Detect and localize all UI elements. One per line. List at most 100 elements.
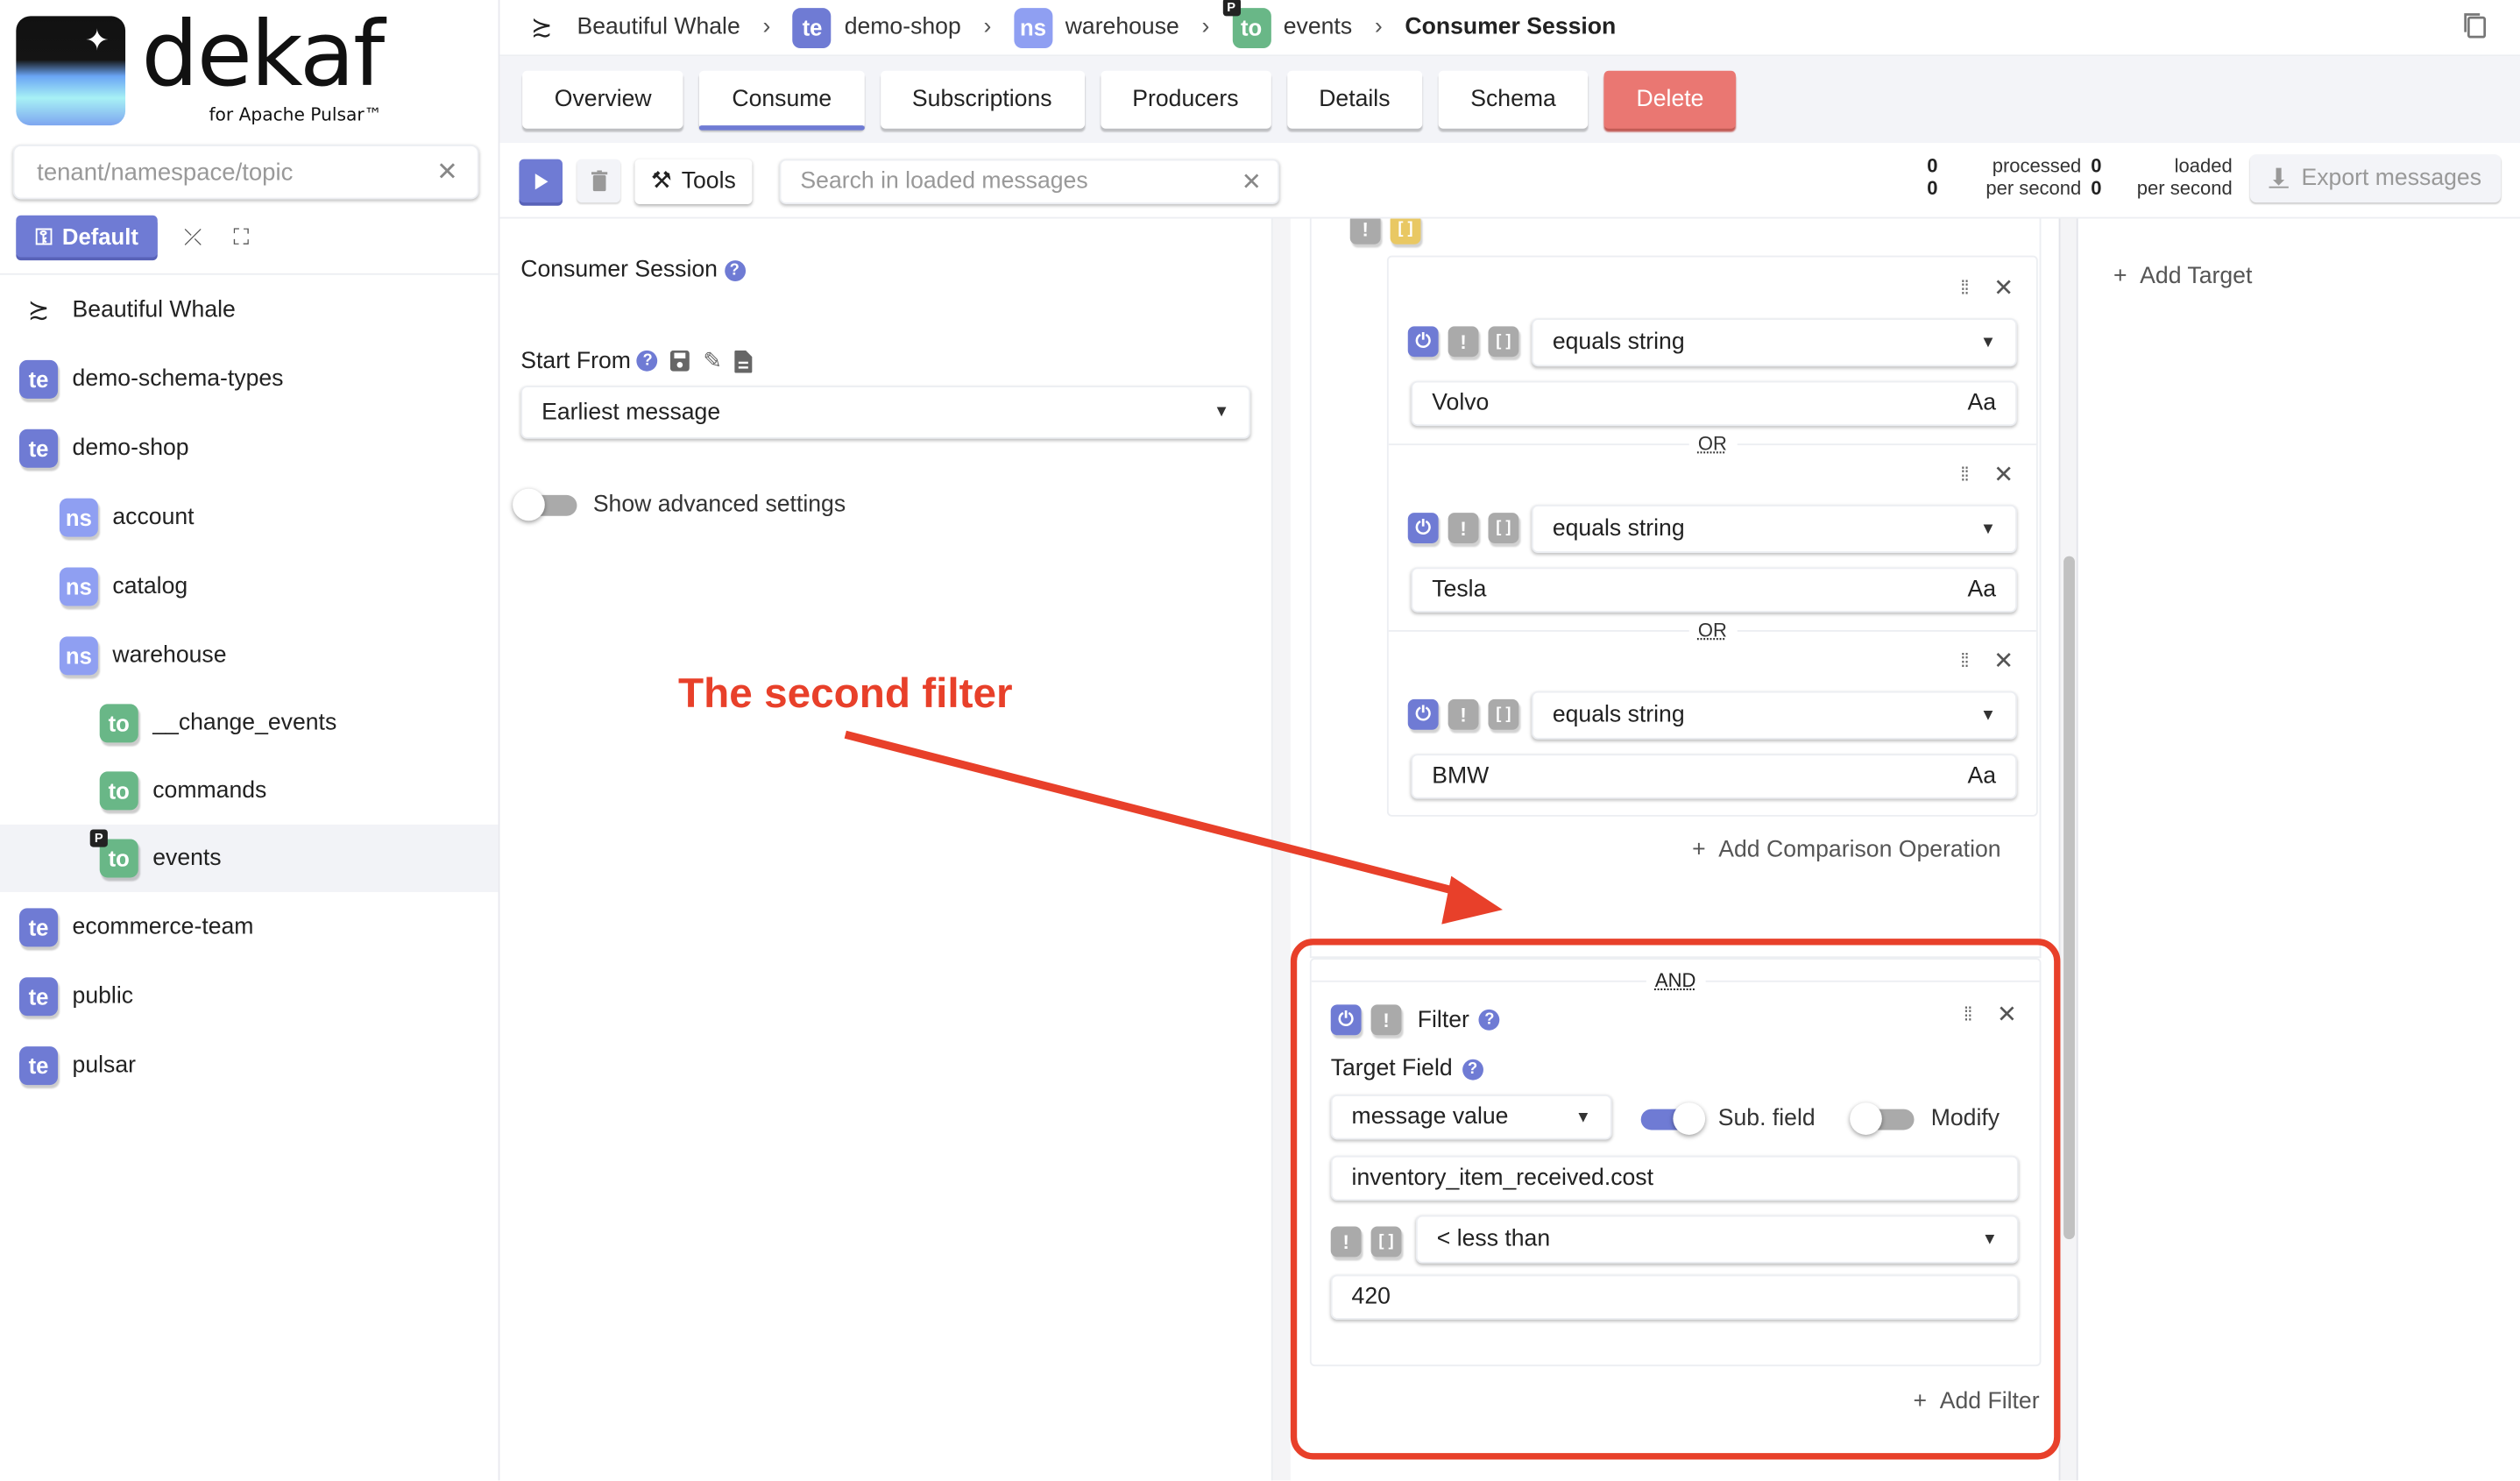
filters-scrollbar[interactable]	[2058, 218, 2078, 1481]
ns-badge-icon: ns	[1014, 7, 1053, 48]
clear-message-search-icon[interactable]: ✕	[1242, 167, 1262, 196]
drag-handle-icon[interactable]: ⁞⁞	[1960, 278, 1969, 297]
tree-item[interactable]: te ecommerce-team	[0, 892, 499, 961]
close-icon[interactable]: ✕	[1993, 273, 2014, 302]
tree-item[interactable]: ≿ Beautiful Whale	[0, 276, 499, 344]
comparison-operator-select[interactable]: equals string ▼	[1531, 691, 2017, 740]
power-toggle-icon[interactable]: ⏻	[1330, 1004, 1362, 1036]
help-icon[interactable]: ?	[637, 350, 659, 372]
collapse-all-icon[interactable]: ⤫	[181, 223, 206, 250]
close-icon[interactable]: ✕	[1997, 1000, 2017, 1029]
drag-handle-icon[interactable]: ⁞⁞	[1960, 651, 1969, 670]
help-icon[interactable]: ?	[724, 259, 746, 281]
breadcrumb-item[interactable]: ns warehouse	[1014, 7, 1179, 48]
negate-toggle-icon[interactable]: !	[1370, 1004, 1402, 1036]
pane-splitter[interactable]	[1271, 218, 1291, 1481]
comparison-value-input[interactable]: BMW Aa	[1411, 754, 2017, 799]
edit-icon[interactable]: ✎	[703, 347, 722, 374]
tree-item[interactable]: ns account	[0, 482, 499, 551]
array-toggle-icon[interactable]: [ ]	[1488, 513, 1519, 543]
tree-item[interactable]: te demo-shop	[0, 413, 499, 482]
default-config-button[interactable]: ⚿ Default	[16, 215, 158, 258]
drag-handle-icon[interactable]: ⁞⁞	[1964, 1004, 1972, 1024]
tree-item[interactable]: te demo-schema-types	[0, 344, 499, 414]
tab-delete[interactable]: Delete	[1603, 70, 1737, 129]
clear-search-icon[interactable]: ✕	[436, 156, 458, 188]
persistent-badge: P	[89, 829, 108, 847]
tree-item[interactable]: to P events	[0, 824, 499, 892]
negate-toggle-icon[interactable]: !	[1448, 698, 1479, 730]
advanced-settings-toggle[interactable]	[513, 487, 577, 521]
breadcrumb-item[interactable]: te demo-shop	[793, 7, 961, 48]
comparison-operator-select[interactable]: equals string ▼	[1531, 504, 2017, 553]
tab-overview[interactable]: Overview	[522, 70, 684, 129]
topic-search-input[interactable]	[33, 156, 437, 188]
message-search-input[interactable]	[796, 167, 1242, 196]
tab-schema[interactable]: Schema	[1438, 70, 1589, 129]
breadcrumb-label: events	[1283, 14, 1353, 40]
match-case-toggle[interactable]: Aa	[1968, 391, 1997, 416]
comparison-operator-value: equals string	[1552, 330, 1685, 356]
power-toggle-icon[interactable]: ⏻	[1407, 698, 1439, 730]
negate-toggle-icon[interactable]: !	[1448, 513, 1479, 543]
loaded-rate: 0	[2091, 176, 2102, 200]
close-icon[interactable]: ✕	[1993, 460, 2014, 488]
tree-item[interactable]: to commands	[0, 757, 499, 825]
array-toggle-icon[interactable]: [ ]	[1370, 1226, 1402, 1258]
subfield-path-input[interactable]: inventory_item_received.cost	[1330, 1155, 2019, 1201]
comparison-operator-select[interactable]: equals string ▼	[1531, 318, 2017, 367]
breadcrumb-item[interactable]: to P events	[1222, 0, 1353, 48]
array-toggle-icon[interactable]: [ ]	[1390, 218, 1421, 244]
comparison-item: ⁞⁞ ✕ ⏻! [ ] equals string ▼ BMW Aa	[1389, 630, 2036, 817]
tree-item[interactable]: te pulsar	[0, 1031, 499, 1100]
breadcrumb-label: Beautiful Whale	[577, 14, 740, 40]
clear-messages-button[interactable]	[577, 159, 621, 203]
scrollbar-thumb[interactable]	[2063, 556, 2075, 1240]
array-toggle-icon[interactable]: [ ]	[1488, 698, 1519, 730]
comparison-value-input[interactable]: Tesla Aa	[1411, 567, 2017, 613]
tree-item[interactable]: to __change_events	[0, 690, 499, 757]
tab-consume[interactable]: Consume	[699, 70, 864, 131]
export-messages-button[interactable]: ⬇ Export messages	[2249, 154, 2502, 203]
modify-label: Modify	[1930, 1105, 2000, 1132]
power-toggle-icon[interactable]: ⏻	[1407, 513, 1439, 543]
array-toggle-icon[interactable]: [ ]	[1488, 326, 1519, 358]
app-logo[interactable]: ✦ dekaf for Apache Pulsar™	[16, 4, 386, 128]
match-case-toggle[interactable]: Aa	[1968, 763, 1997, 789]
help-icon[interactable]: ?	[1478, 1009, 1500, 1031]
tab-producers[interactable]: Producers	[1100, 70, 1271, 129]
negate-toggle-icon[interactable]: !	[1330, 1226, 1362, 1258]
add-comparison-button[interactable]: + Add Comparison Operation	[1692, 838, 2001, 863]
save-icon[interactable]	[670, 350, 690, 372]
power-toggle-icon[interactable]: ⏻	[1407, 326, 1439, 358]
tree-item[interactable]: te public	[0, 961, 499, 1031]
help-icon[interactable]: ?	[1462, 1058, 1483, 1080]
add-filter-button[interactable]: + Add Filter	[1914, 1389, 2040, 1414]
tree-item[interactable]: ns catalog	[0, 551, 499, 620]
copy-icon[interactable]	[2464, 13, 2487, 39]
tab-details[interactable]: Details	[1286, 70, 1423, 129]
start-consume-button[interactable]	[519, 159, 563, 203]
negate-toggle-icon[interactable]: !	[1349, 218, 1381, 244]
compare-value-input[interactable]: 420	[1330, 1274, 2019, 1320]
breadcrumb-item[interactable]: ≿ Beautiful Whale	[522, 11, 740, 44]
comparison-value: BMW	[1432, 763, 1490, 790]
start-from-select[interactable]: Earliest message ▼	[520, 386, 1251, 439]
focus-selected-icon[interactable]: ⛶	[229, 223, 254, 250]
match-case-toggle[interactable]: Aa	[1968, 577, 1997, 602]
document-icon[interactable]	[734, 349, 753, 372]
operator-select[interactable]: < less than ▼	[1415, 1215, 2019, 1264]
comparison-value-input[interactable]: Volvo Aa	[1411, 380, 2017, 427]
to-badge-icon: to P	[89, 829, 138, 878]
target-field-select[interactable]: message value ▼	[1330, 1095, 1612, 1140]
drag-handle-icon[interactable]: ⁞⁞	[1960, 464, 1969, 484]
tab-subscriptions[interactable]: Subscriptions	[880, 70, 1085, 129]
tree-item[interactable]: ns warehouse	[0, 620, 499, 690]
negate-toggle-icon[interactable]: !	[1448, 326, 1479, 358]
to-badge-icon: to	[99, 771, 138, 811]
tools-button[interactable]: ⚒ Tools	[634, 159, 753, 204]
close-icon[interactable]: ✕	[1993, 646, 2014, 675]
modify-toggle[interactable]	[1851, 1102, 1915, 1135]
subfield-toggle[interactable]	[1640, 1102, 1706, 1135]
add-target-button[interactable]: + Add Target	[2113, 264, 2252, 289]
